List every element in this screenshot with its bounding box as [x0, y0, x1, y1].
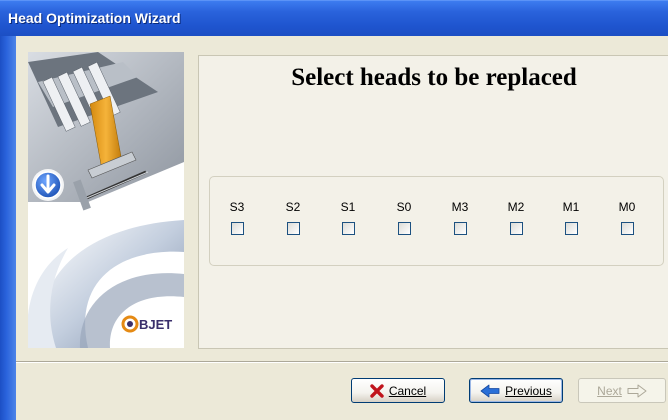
previous-arrow-icon: [480, 384, 500, 397]
head-option-m3: M3: [445, 200, 475, 235]
head-option-m0: M0: [612, 200, 642, 235]
next-button[interactable]: Next: [578, 378, 666, 403]
head-label-m2: M2: [507, 200, 525, 214]
checkbox-s2[interactable]: [286, 222, 300, 235]
head-option-m1: M1: [556, 200, 586, 235]
next-arrow-icon: [627, 384, 647, 397]
head-option-s2: S2: [278, 200, 308, 235]
checkbox-s0[interactable]: [397, 222, 411, 235]
head-label-s1: S1: [340, 200, 356, 214]
cancel-button[interactable]: Cancel: [351, 378, 445, 403]
head-label-s0: S0: [396, 200, 412, 214]
window-title: Head Optimization Wizard: [8, 10, 181, 26]
wizard-side-image: BJET: [28, 52, 184, 348]
head-label-m1: M1: [562, 200, 580, 214]
checkbox-s3[interactable]: [230, 222, 244, 235]
checkbox-s1[interactable]: [341, 222, 355, 235]
svg-text:BJET: BJET: [139, 317, 172, 332]
head-label-m3: M3: [451, 200, 469, 214]
head-label-s3: S3: [229, 200, 245, 214]
head-label-m0: M0: [618, 200, 636, 214]
page-heading: Select heads to be replaced: [291, 64, 577, 91]
cancel-x-icon: [370, 383, 384, 398]
head-label-s2: S2: [285, 200, 301, 214]
title-bar[interactable]: Head Optimization Wizard: [0, 0, 668, 36]
head-option-s0: S0: [389, 200, 419, 235]
button-separator: [16, 361, 668, 363]
head-option-m2: M2: [501, 200, 531, 235]
checkbox-m3[interactable]: [453, 222, 467, 235]
checkbox-m1[interactable]: [564, 222, 578, 235]
previous-button-label: Previous: [505, 383, 552, 398]
checkbox-m2[interactable]: [509, 222, 523, 235]
head-option-s1: S1: [333, 200, 363, 235]
previous-button[interactable]: Previous: [469, 378, 563, 403]
checkbox-m0[interactable]: [620, 222, 634, 235]
window-frame-left: [0, 36, 16, 420]
down-arrow-icon: [32, 169, 64, 201]
cancel-button-label: Cancel: [388, 383, 427, 398]
head-option-s3: S3: [222, 200, 252, 235]
next-button-label: Next: [597, 383, 622, 398]
